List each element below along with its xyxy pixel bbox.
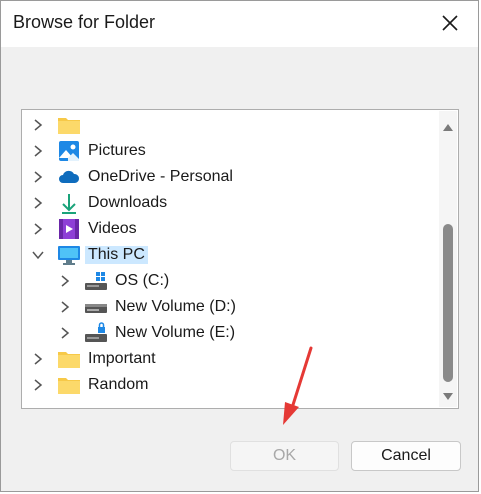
tree-item-label: OneDrive - Personal — [88, 168, 233, 185]
chevron-down-icon[interactable] — [31, 248, 45, 262]
tree-item-label: This PC — [85, 246, 148, 264]
chevron-right-icon[interactable] — [31, 170, 45, 184]
this-pc-icon — [58, 246, 80, 265]
chevron-right-icon[interactable] — [31, 144, 45, 158]
tree-item-important[interactable]: Important — [31, 347, 159, 371]
tree-item-folder[interactable] — [31, 113, 91, 137]
tree-item-label: Pictures — [88, 142, 146, 159]
chevron-right-icon[interactable] — [31, 378, 45, 392]
onedrive-cloud-icon — [59, 170, 80, 183]
ok-button[interactable]: OK — [230, 441, 339, 471]
folder-icon — [58, 118, 80, 134]
drive-c-icon — [85, 272, 107, 290]
cancel-button[interactable]: Cancel — [351, 441, 461, 471]
tree-item-downloads[interactable]: Downloads — [31, 191, 170, 215]
tree-item-label: Important — [88, 350, 156, 367]
tree-item-drive-e[interactable]: New Volume (E:) — [58, 321, 238, 345]
tree-item-label: Random — [88, 376, 149, 393]
videos-icon — [59, 219, 79, 239]
tree-item-onedrive[interactable]: OneDrive - Personal — [31, 165, 236, 189]
tree-item-pictures[interactable]: Pictures — [31, 139, 149, 163]
chevron-right-icon[interactable] — [31, 196, 45, 210]
folder-tree[interactable]: Pictures OneDrive - Personal Downloads V… — [21, 109, 459, 409]
folder-icon — [58, 352, 80, 368]
chevron-right-icon[interactable] — [58, 300, 72, 314]
chevron-right-icon[interactable] — [58, 274, 72, 288]
tree-item-label: OS (C:) — [115, 272, 170, 289]
tree-item-label: Videos — [88, 220, 137, 237]
chevron-right-icon[interactable] — [31, 118, 45, 132]
scroll-up-arrow-icon[interactable] — [443, 123, 453, 131]
downloads-icon — [62, 194, 76, 214]
chevron-right-icon[interactable] — [31, 222, 45, 236]
tree-item-label: New Volume (E:) — [115, 324, 236, 341]
chevron-right-icon[interactable] — [31, 352, 45, 366]
folder-icon — [58, 378, 80, 394]
tree-item-label: Downloads — [88, 194, 168, 211]
tree-item-drive-c[interactable]: OS (C:) — [58, 269, 172, 293]
tree-item-this-pc[interactable]: This PC — [31, 243, 148, 267]
chevron-right-icon[interactable] — [58, 326, 72, 340]
dialog-title: Browse for Folder — [13, 12, 156, 32]
scroll-down-arrow-icon[interactable] — [443, 393, 453, 401]
vertical-scrollbar[interactable] — [439, 111, 457, 407]
drive-icon — [85, 304, 107, 313]
pictures-icon — [59, 141, 79, 161]
browse-folder-dialog: Browse for Folder Pictures OneDrive - Pe… — [0, 0, 479, 492]
tree-item-random[interactable]: Random — [31, 373, 151, 397]
tree-item-drive-d[interactable]: New Volume (D:) — [58, 295, 239, 319]
tree-item-videos[interactable]: Videos — [31, 217, 140, 241]
title-bar: Browse for Folder — [1, 1, 478, 47]
drive-locked-icon — [85, 322, 107, 342]
tree-item-label: New Volume (D:) — [115, 298, 236, 315]
scrollbar-thumb[interactable] — [443, 224, 453, 382]
close-icon[interactable] — [438, 11, 462, 35]
